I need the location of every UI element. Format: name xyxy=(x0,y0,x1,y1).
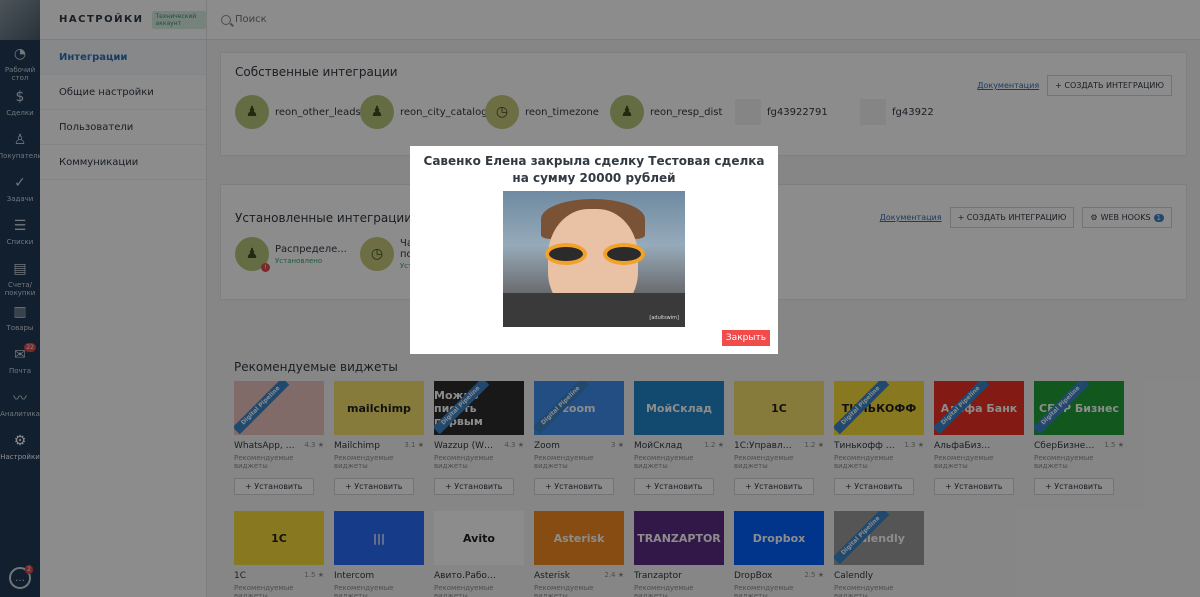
modal-title: Савенко Елена закрыла сделку Тестовая сд… xyxy=(423,154,765,185)
modal-gif-image: [adultswim] xyxy=(503,191,685,327)
modal-close-button[interactable]: Закрыть xyxy=(721,330,770,346)
image-sunglasses xyxy=(545,243,645,265)
image-watermark: [adultswim] xyxy=(649,315,679,321)
deal-closed-modal: Савенко Елена закрыла сделку Тестовая сд… xyxy=(410,146,778,354)
image-shirt xyxy=(503,293,685,327)
